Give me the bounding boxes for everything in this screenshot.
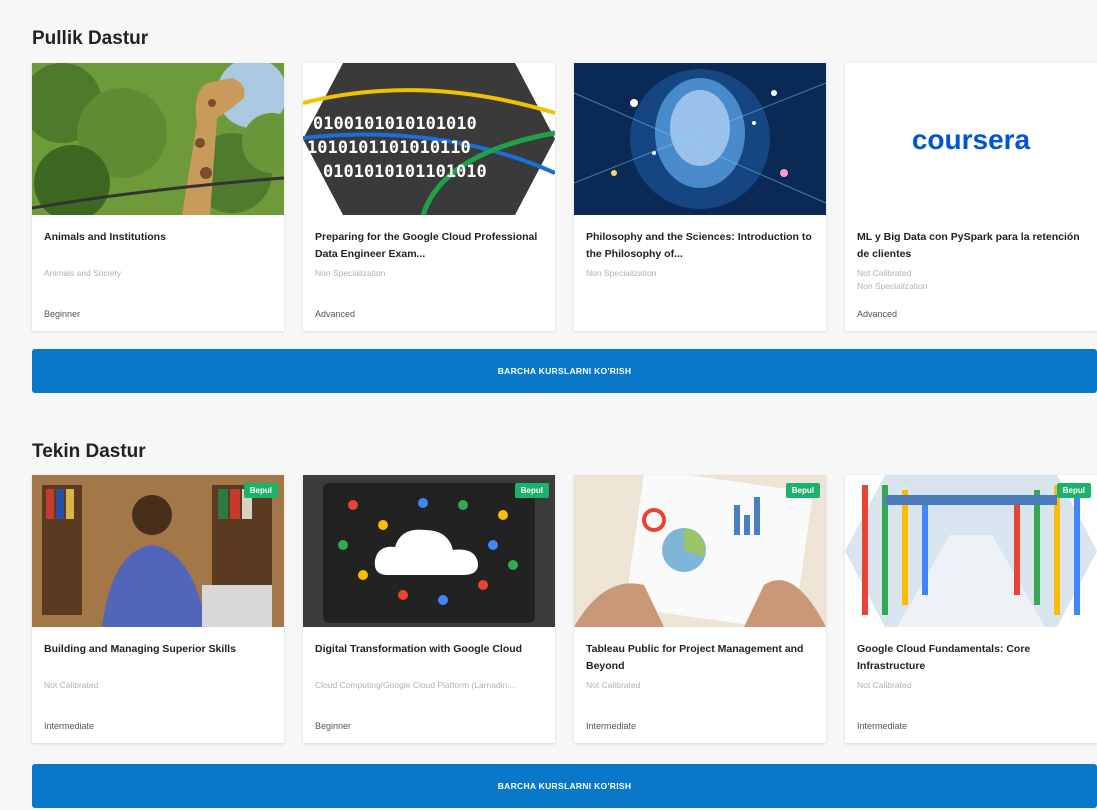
course-title: Animals and Institutions (44, 231, 166, 243)
course-card[interactable]: Bepul Building and Managing Superior Ski… (32, 475, 284, 743)
course-title: ML y Big Data con PySpark para la retenc… (857, 231, 1080, 260)
course-level: Beginner (315, 721, 352, 731)
svg-text:0101010101101010: 0101010101101010 (323, 162, 487, 182)
course-subtitle: Animals and Society (44, 268, 122, 278)
free-badge: Bepul (514, 483, 549, 498)
course-card[interactable]: Bepul Digital Transformation with Google… (303, 475, 555, 743)
course-subtitle: Non Specialization (315, 268, 386, 278)
course-level: Intermediate (857, 721, 908, 731)
man-with-laptop-photo: Bepul (32, 475, 284, 627)
view-all-courses-button[interactable]: BARCHA KURSLARNI KO'RISH (32, 764, 1097, 808)
course-title: Preparing for the Google Cloud Professio… (315, 231, 538, 260)
binary-code-graphic: 0100101010101010 1010101101010110 010101… (303, 63, 555, 215)
course-level: Intermediate (586, 721, 637, 731)
course-card[interactable]: Philosophy and the Sciences: Introductio… (574, 63, 826, 331)
course-title: Philosophy and the Sciences: Introductio… (586, 231, 812, 260)
course-title: Google Cloud Fundamentals: Core Infrastr… (857, 643, 1031, 672)
charts-paper-photo: Bepul (574, 475, 826, 627)
coursera-logo-text: coursera (912, 124, 1031, 155)
course-title: Tableau Public for Project Management an… (586, 643, 804, 672)
course-subtitle: Not Calibrated (857, 680, 912, 690)
paid-course-list: Animals and Institutions Animals and Soc… (32, 63, 1097, 331)
free-course-list: Bepul Building and Managing Superior Ski… (32, 475, 1097, 743)
course-subtitle: Non Specialization (586, 268, 657, 278)
course-title: Digital Transformation with Google Cloud (315, 643, 523, 655)
course-subtitle: Cloud Computing/Google Cloud Platform (L… (315, 680, 515, 690)
course-title: Building and Managing Superior Skills (44, 643, 236, 655)
course-subtitle: Non Specialization (857, 281, 928, 291)
svg-text:0100101010101010: 0100101010101010 (313, 114, 477, 134)
giraffe-photo (32, 63, 284, 215)
course-level: Beginner (44, 309, 81, 319)
course-subtitle: Not Calibrated (857, 268, 912, 278)
course-level: Advanced (315, 309, 356, 319)
svg-text:1010101101010110: 1010101101010110 (307, 138, 471, 158)
course-level: Intermediate (44, 721, 95, 731)
course-card[interactable]: 0100101010101010 1010101101010110 010101… (303, 63, 555, 331)
coursera-logo: coursera (845, 63, 1097, 215)
course-subtitle: Not Calibrated (44, 680, 99, 690)
course-card[interactable]: Bepul Google Cloud Fundamentals: Core In… (845, 475, 1097, 743)
free-badge: Bepul (785, 483, 820, 498)
section-title-free: Tekin Dastur (32, 441, 146, 462)
free-badge: Bepul (243, 483, 278, 498)
course-card[interactable]: coursera ML y Big Data con PySpark para … (845, 63, 1097, 331)
section-title-paid: Pullik Dastur (32, 28, 149, 49)
course-subtitle: Not Calibrated (586, 680, 641, 690)
data-center-photo: Bepul (845, 475, 1097, 627)
view-all-courses-button[interactable]: BARCHA KURSLARNI KO'RISH (32, 349, 1097, 393)
course-level: Advanced (857, 309, 898, 319)
free-badge: Bepul (1056, 483, 1091, 498)
cloud-graphic: Bepul (303, 475, 555, 627)
course-card[interactable]: Animals and Institutions Animals and Soc… (32, 63, 284, 331)
glowing-brain-graphic (574, 63, 826, 215)
course-card[interactable]: Bepul Tableau Public for Project Managem… (574, 475, 826, 743)
